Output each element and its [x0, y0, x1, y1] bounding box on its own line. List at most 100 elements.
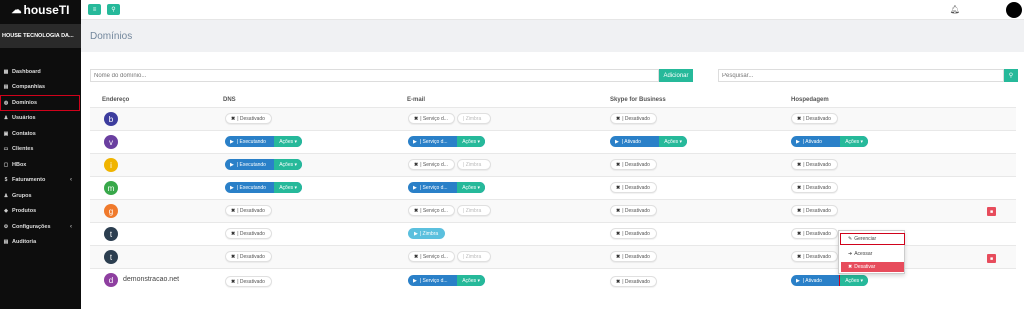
- hosting-status[interactable]: ✖ | Desativado: [791, 182, 838, 193]
- dns-status[interactable]: ▶ | Executando Ações ▾: [225, 136, 302, 147]
- actions-button[interactable]: Ações ▾: [457, 182, 485, 193]
- sidebar-item-grupos[interactable]: ♟ Grupos: [0, 188, 81, 204]
- hosting-status[interactable]: ▶ | Ativado Ações ▾: [791, 275, 868, 286]
- hosting-status[interactable]: ✖ | Desativado: [791, 228, 838, 239]
- top-search-button[interactable]: ⚲: [107, 4, 120, 15]
- deactivate-menu-item[interactable]: ✖ Desativar: [841, 262, 904, 272]
- hamburger-icon: ≡: [92, 6, 97, 13]
- delete-button[interactable]: ■: [987, 254, 996, 263]
- email-status[interactable]: ✖ | Serviço d...: [408, 251, 455, 262]
- brand-name: houseTI: [23, 3, 70, 17]
- hosting-status[interactable]: ✖ | Desativado: [791, 159, 838, 170]
- sidebar-item-produtos[interactable]: ◆ Produtos: [0, 204, 81, 220]
- skype-status[interactable]: ✖ | Desativado: [610, 276, 657, 287]
- sidebar-item-auditoria[interactable]: ▤ Auditoria: [0, 235, 81, 251]
- manage-menu-item[interactable]: ✎ Gerenciar: [840, 233, 905, 245]
- dns-status[interactable]: ▶ | Executando Ações ▾: [225, 159, 302, 170]
- email-status[interactable]: ✖ | Serviço d...: [408, 113, 455, 124]
- status-label: | Desativado: [803, 184, 831, 191]
- sidebar-item-dominios[interactable]: ◍ Domínios: [0, 95, 80, 111]
- bell-icon[interactable]: 🔔︎: [950, 5, 960, 14]
- products-icon: ◆: [4, 208, 8, 215]
- x-icon: ✖: [414, 115, 419, 122]
- sidebar-item-configuracoes[interactable]: ⚙ Configurações ‹: [0, 219, 81, 235]
- status-label: | Desativado: [622, 184, 650, 191]
- hosting-status[interactable]: ▶ | Ativado Ações ▾: [791, 136, 868, 147]
- search-button[interactable]: ⚲: [1004, 69, 1018, 82]
- sidebar-item-usuarios[interactable]: ♟ Usuários: [0, 111, 81, 127]
- chevron-left-icon: ‹: [70, 177, 72, 184]
- actions-button[interactable]: Ações ▾: [274, 182, 302, 193]
- skype-status[interactable]: ▶ | Ativado Ações ▾: [610, 136, 687, 147]
- skype-status[interactable]: ✖ | Desativado: [610, 205, 657, 216]
- domain-avatar[interactable]: t: [104, 250, 118, 264]
- x-icon: ✖: [231, 253, 236, 260]
- sidebar-item-hbox[interactable]: ▢ HBox: [0, 157, 81, 173]
- dns-status[interactable]: ▶ | Executando Ações ▾: [225, 182, 302, 193]
- domain-avatar[interactable]: b: [104, 112, 118, 126]
- actions-button[interactable]: Ações ▾: [274, 136, 302, 147]
- sidebar-item-dashboard[interactable]: ▦ Dashboard: [0, 64, 81, 80]
- domain-avatar[interactable]: t: [104, 227, 118, 241]
- domain-name[interactable]: demonstracao.net: [123, 276, 179, 283]
- domain-name-input[interactable]: [90, 69, 659, 82]
- hosting-status[interactable]: ✖ | Desativado: [791, 251, 838, 262]
- email-status[interactable]: ✖ | Serviço d...: [408, 159, 455, 170]
- status-label: | Serviço d...: [420, 115, 448, 122]
- actions-button[interactable]: Ações ▾: [840, 136, 868, 147]
- sidebar-item-faturamento[interactable]: $ Faturamento ‹: [0, 173, 81, 189]
- zimbra-status[interactable]: ▶ | Zimbra: [408, 228, 445, 239]
- hosting-status[interactable]: ✖ | Desativado: [791, 113, 838, 124]
- brand-logo[interactable]: ☁ houseTI: [0, 0, 81, 20]
- delete-button[interactable]: ■: [987, 207, 996, 216]
- email-status[interactable]: ✖ | Serviço d...: [408, 205, 455, 216]
- x-icon: ✖: [616, 207, 621, 214]
- domain-avatar[interactable]: v: [104, 135, 118, 149]
- status-label: | Desativado: [803, 207, 831, 214]
- access-menu-item[interactable]: ➜ Acessar: [841, 249, 904, 259]
- contacts-icon: ▣: [3, 130, 9, 137]
- skype-status[interactable]: ✖ | Desativado: [610, 113, 657, 124]
- skype-status[interactable]: ✖ | Desativado: [610, 228, 657, 239]
- dns-status[interactable]: ✖ | Desativado: [225, 113, 272, 124]
- domain-avatar[interactable]: g: [104, 204, 118, 218]
- actions-button[interactable]: Ações ▾: [274, 159, 302, 170]
- hosting-status[interactable]: ✖ | Desativado: [791, 205, 838, 216]
- sidebar-item-clientes[interactable]: ▭ Clientes: [0, 142, 81, 158]
- menu-toggle-button[interactable]: ≡: [88, 4, 101, 15]
- sidebar-item-label: Dashboard: [12, 68, 41, 75]
- search-input[interactable]: [718, 69, 1004, 82]
- email-status[interactable]: ▶ | Serviço d... Ações ▾: [408, 182, 485, 193]
- status-label: | Desativado: [237, 253, 265, 260]
- domain-avatar[interactable]: m: [104, 181, 118, 195]
- skype-status[interactable]: ✖ | Desativado: [610, 251, 657, 262]
- add-button[interactable]: Adicionar: [659, 69, 693, 82]
- dns-status[interactable]: ✖ | Desativado: [225, 251, 272, 262]
- play-icon: ▶: [230, 161, 234, 168]
- status-label: | Desativado: [622, 253, 650, 260]
- dns-status[interactable]: ✖ | Desativado: [225, 205, 272, 216]
- skype-status[interactable]: ✖ | Desativado: [610, 182, 657, 193]
- actions-button[interactable]: Ações ▾: [659, 136, 687, 147]
- x-icon: ✖: [231, 230, 236, 237]
- search-icon: ⚲: [111, 7, 116, 13]
- header-email: E-mail: [407, 97, 426, 103]
- sidebar-item-companhias[interactable]: ▤ Companhias: [0, 80, 81, 96]
- actions-button[interactable]: Ações ▾: [457, 275, 485, 286]
- dns-status[interactable]: ✖ | Desativado: [225, 228, 272, 239]
- sidebar-item-contatos[interactable]: ▣ Contatos: [0, 126, 81, 142]
- actions-button[interactable]: Ações ▾: [457, 136, 485, 147]
- email-status[interactable]: ▶ | Serviço d... Ações ▾: [408, 275, 485, 286]
- dns-status[interactable]: ✖ | Desativado: [225, 276, 272, 287]
- zimbra-status: | Zimbra: [457, 205, 491, 216]
- status-label: | Desativado: [622, 115, 650, 122]
- sidebar-item-label: Companhias: [12, 84, 46, 91]
- skype-status[interactable]: ✖ | Desativado: [610, 159, 657, 170]
- domain-avatar[interactable]: d: [104, 273, 118, 287]
- actions-button[interactable]: Ações ▾: [839, 275, 868, 286]
- company-selector[interactable]: HOUSE TECNOLOGIA DA...: [0, 24, 81, 48]
- domain-avatar[interactable]: i: [104, 158, 118, 172]
- email-status[interactable]: ▶ | Serviço d... Ações ▾: [408, 136, 485, 147]
- actions-dropdown: ✎ Gerenciar ➜ Acessar ✖ Desativar: [838, 230, 905, 274]
- avatar[interactable]: [1006, 2, 1022, 18]
